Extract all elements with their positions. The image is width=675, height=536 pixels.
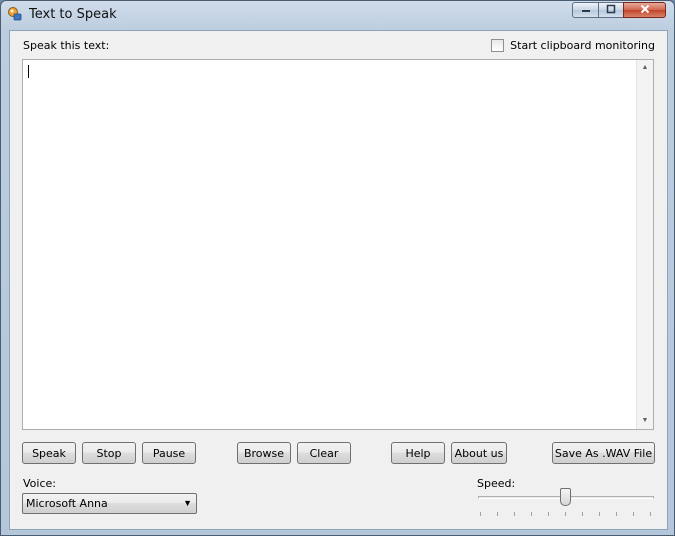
speak-button[interactable]: Speak — [22, 442, 76, 464]
slider-tick — [497, 512, 498, 516]
slider-tick — [633, 512, 634, 516]
clipboard-monitoring-label: Start clipboard monitoring — [510, 39, 655, 52]
slider-tick — [480, 512, 481, 516]
slider-tick — [548, 512, 549, 516]
slider-tick — [582, 512, 583, 516]
caption-buttons — [572, 2, 666, 20]
pause-button[interactable]: Pause — [142, 442, 196, 464]
browse-button[interactable]: Browse — [237, 442, 291, 464]
scroll-up-icon[interactable]: ▲ — [637, 60, 653, 76]
slider-tick — [599, 512, 600, 516]
about-us-button[interactable]: About us — [451, 442, 507, 464]
clipboard-monitoring-toggle[interactable]: Start clipboard monitoring — [491, 39, 655, 52]
speaker-app-icon — [7, 6, 23, 22]
text-caret — [28, 65, 29, 78]
window-title: Text to Speak — [29, 7, 117, 22]
vertical-scrollbar[interactable]: ▲ ▼ — [636, 60, 653, 429]
slider-tick — [650, 512, 651, 516]
scroll-down-icon[interactable]: ▼ — [637, 413, 653, 429]
slider-tick — [531, 512, 532, 516]
close-icon — [640, 4, 650, 17]
voice-select[interactable]: Microsoft Anna ▼ — [22, 493, 197, 514]
app-window: Text to Speak Speak this text: Start cli… — [0, 0, 675, 536]
stop-button[interactable]: Stop — [82, 442, 136, 464]
help-button[interactable]: Help — [391, 442, 445, 464]
client-area: Speak this text: Start clipboard monitor… — [9, 30, 668, 530]
clipboard-monitoring-checkbox[interactable] — [491, 39, 505, 52]
clear-button[interactable]: Clear — [297, 442, 351, 464]
speak-text-area[interactable]: ▲ ▼ — [22, 59, 654, 430]
slider-tick — [514, 512, 515, 516]
minimize-button[interactable] — [572, 2, 598, 18]
close-button[interactable] — [623, 2, 666, 18]
minimize-icon — [581, 4, 591, 17]
maximize-button[interactable] — [598, 2, 623, 18]
voice-label: Voice: — [23, 477, 56, 490]
slider-thumb[interactable] — [560, 488, 571, 506]
title-bar[interactable]: Text to Speak — [1, 1, 674, 29]
save-wav-button[interactable]: Save As .WAV File — [552, 442, 655, 464]
speak-text-label: Speak this text: — [23, 39, 110, 52]
maximize-icon — [606, 4, 616, 17]
voice-selected-value: Microsoft Anna — [26, 497, 108, 510]
speed-slider[interactable] — [476, 486, 656, 521]
slider-tick — [565, 512, 566, 516]
dropdown-arrow-icon: ▼ — [183, 498, 192, 508]
slider-tick — [616, 512, 617, 516]
